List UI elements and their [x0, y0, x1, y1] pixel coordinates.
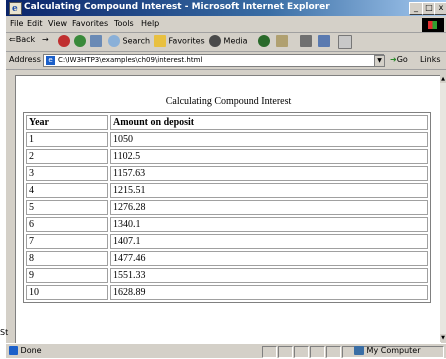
status-panel — [294, 346, 309, 358]
menu-favorites[interactable]: Favorites — [72, 19, 108, 28]
amount-cell: 1340.1 — [110, 217, 428, 232]
go-label: Go — [396, 55, 408, 64]
year-cell: 7 — [26, 234, 108, 249]
back-button[interactable]: ⇐Back — [9, 35, 35, 44]
refresh-icon[interactable] — [74, 35, 86, 47]
interest-table: Year Amount on deposit 1 1050 2 1102.5 3 11… — [23, 112, 431, 303]
scroll-down-icon[interactable]: ▼ — [440, 334, 446, 342]
forward-button[interactable]: → — [42, 35, 49, 44]
amount-cell: 1157.63 — [110, 166, 428, 181]
year-cell: 10 — [26, 285, 108, 300]
search-icon — [108, 35, 120, 47]
zone-text: My Computer — [366, 346, 421, 355]
menu-tools[interactable]: Tools — [114, 19, 134, 28]
year-cell: 2 — [26, 149, 108, 164]
amount-cell: 1276.28 — [110, 200, 428, 215]
scroll-up-icon[interactable]: ▲ — [440, 75, 446, 83]
table-row: 5 1276.28 — [26, 200, 428, 215]
year-cell: 8 — [26, 251, 108, 266]
page-icon: e — [46, 56, 55, 65]
menu-edit[interactable]: Edit — [27, 19, 43, 28]
table-row: 1 1050 — [26, 132, 428, 147]
media-button[interactable]: Media — [209, 35, 248, 47]
year-cell: 5 — [26, 200, 108, 215]
table-row: 6 1340.1 — [26, 217, 428, 232]
search-button[interactable]: Search — [108, 35, 150, 47]
status-panel — [278, 346, 293, 358]
menu-view[interactable]: View — [48, 19, 67, 28]
header-year: Year — [26, 115, 108, 130]
print-icon[interactable] — [300, 35, 312, 47]
minimize-button[interactable]: _ — [409, 2, 423, 15]
status-text: Done — [9, 346, 42, 355]
address-dropdown-button[interactable]: ▼ — [374, 55, 385, 67]
address-url: C:\IW3HTP3\examples\ch09\interest.html — [58, 56, 203, 64]
status-panel — [326, 346, 341, 358]
amount-cell: 1215.51 — [110, 183, 428, 198]
close-button[interactable]: x — [434, 2, 446, 15]
vertical-scrollbar[interactable]: ▲ ▼ — [440, 75, 446, 342]
table-row: 3 1157.63 — [26, 166, 428, 181]
amount-cell: 1477.46 — [110, 251, 428, 266]
mail-icon[interactable] — [276, 35, 288, 47]
year-cell: 3 — [26, 166, 108, 181]
stop-icon[interactable] — [58, 35, 70, 47]
edit-icon[interactable] — [318, 35, 330, 47]
status-done-label: Done — [20, 346, 42, 355]
home-icon[interactable] — [90, 35, 102, 47]
table-row: 4 1215.51 — [26, 183, 428, 198]
table-row: 7 1407.1 — [26, 234, 428, 249]
zone-label: My Computer — [354, 346, 421, 355]
title-bar[interactable]: e Calculating Compound Interest - Micros… — [6, 0, 446, 16]
media-icon — [209, 35, 221, 47]
amount-cell: 1050 — [110, 132, 428, 147]
toolbar: ⇐Back → Search Favorites Media — [6, 33, 446, 52]
table-row: 10 1628.89 — [26, 285, 428, 300]
media-label: Media — [223, 36, 248, 46]
menu-bar: File Edit View Favorites Tools Help — [6, 17, 446, 33]
browser-window: e Calculating Compound Interest - Micros… — [6, 0, 446, 358]
table-caption: Calculating Compound Interest — [165, 96, 292, 107]
favorites-icon — [154, 35, 166, 47]
menu-help[interactable]: Help — [141, 19, 159, 28]
page-done-icon — [9, 346, 18, 355]
header-amount: Amount on deposit — [110, 115, 428, 130]
amount-cell: 1407.1 — [110, 234, 428, 249]
address-bar: Address e C:\IW3HTP3\examples\ch09\intere… — [6, 52, 446, 70]
computer-icon — [354, 346, 364, 355]
year-cell: 4 — [26, 183, 108, 198]
favorites-button[interactable]: Favorites — [154, 35, 205, 47]
amount-cell: 1102.5 — [110, 149, 428, 164]
windows-logo-icon — [422, 18, 444, 32]
search-label: Search — [122, 36, 151, 46]
history-icon[interactable] — [258, 35, 270, 47]
address-label: Address — [9, 55, 41, 64]
year-cell: 9 — [26, 268, 108, 283]
table-row: 9 1551.33 — [26, 268, 428, 283]
links-button[interactable]: Links — [420, 55, 441, 64]
table-row: 8 1477.46 — [26, 251, 428, 266]
table-row: 2 1102.5 — [26, 149, 428, 164]
ie-app-icon: e — [9, 2, 22, 15]
address-input[interactable]: e C:\IW3HTP3\examples\ch09\interest.html — [43, 54, 384, 67]
status-panel — [262, 346, 277, 358]
window-title: Calculating Compound Interest - Microsof… — [24, 2, 330, 12]
go-button[interactable]: ➜Go — [390, 55, 408, 64]
stray-text: St — [0, 328, 9, 337]
favorites-label: Favorites — [168, 36, 205, 46]
table-header-row: Year Amount on deposit — [26, 115, 428, 130]
status-panel — [310, 346, 325, 358]
amount-cell: 1628.89 — [110, 285, 428, 300]
menu-file[interactable]: File — [10, 19, 23, 28]
page-content: Calculating Compound Interest Year Amoun… — [15, 75, 441, 343]
amount-cell: 1551.33 — [110, 268, 428, 283]
year-cell: 1 — [26, 132, 108, 147]
status-bar: Done My Computer — [6, 343, 446, 359]
year-cell: 6 — [26, 217, 108, 232]
discuss-icon[interactable] — [338, 35, 352, 49]
